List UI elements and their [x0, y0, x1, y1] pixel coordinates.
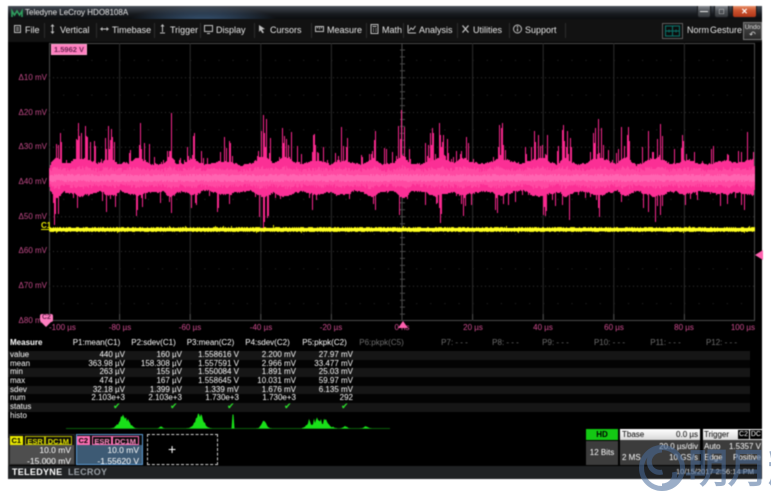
svg-text:明月辉: 明月辉 — [688, 447, 771, 491]
